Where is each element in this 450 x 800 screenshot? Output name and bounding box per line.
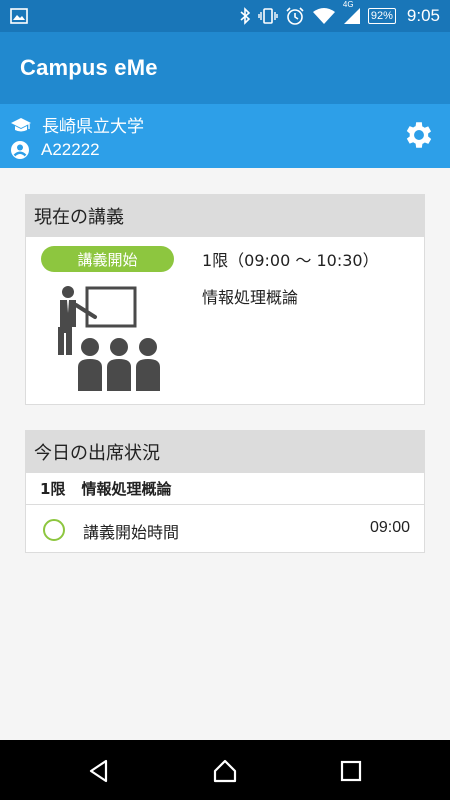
student-id: A22222 (41, 140, 100, 159)
list-item[interactable]: 講義開始時間 09:00 (26, 505, 424, 553)
status-circle-icon (43, 519, 65, 541)
vibrate-icon (258, 8, 278, 24)
image-icon (10, 8, 28, 24)
account-icon (11, 141, 29, 159)
app-bar: Campus eMe (0, 32, 450, 104)
alarm-icon (286, 7, 304, 25)
attendance-lecture-title: 1限 情報処理概論 (26, 473, 424, 505)
bluetooth-icon (240, 7, 251, 25)
lecture-subject: 情報処理概論 (202, 288, 299, 307)
app-title: Campus eMe (20, 55, 158, 80)
lecture-illustration-icon (58, 286, 160, 391)
graduation-cap-icon (11, 117, 31, 131)
current-lecture-header: 現在の講義 (26, 195, 424, 237)
status-bar: 4G 92% 9:05 (0, 0, 450, 32)
user-bar: 長崎県立大学 A22222 (0, 104, 450, 168)
home-icon[interactable] (212, 758, 238, 784)
attendance-event-label: 講義開始時間 (83, 523, 180, 542)
attendance-header: 今日の出席状況 (26, 431, 424, 473)
attendance-subject: 情報処理概論 (81, 480, 172, 498)
student-id-row: A22222 (10, 140, 100, 160)
lecture-status-badge: 講義開始 (41, 246, 174, 272)
wifi-icon (312, 8, 335, 24)
attendance-card: 今日の出席状況 1限 情報処理概論 講義開始時間 09:00 (25, 430, 425, 553)
battery-level: 92% (370, 10, 393, 22)
signal-icon (343, 8, 360, 24)
back-icon[interactable] (86, 758, 112, 784)
clock: 9:05 (406, 6, 440, 25)
network-type: 4G (342, 0, 354, 9)
attendance-event-time: 09:00 (369, 519, 410, 536)
attendance-period: 1限 (40, 480, 66, 498)
battery-icon: 92% (367, 8, 396, 24)
current-lecture-card[interactable]: 現在の講義 講義開始 1限（09:00 〜 10:30） 情報処理概論 (25, 194, 425, 405)
university-name: 長崎県立大学 (42, 117, 144, 137)
university-row: 長崎県立大学 (10, 112, 144, 137)
lecture-period: 1限（09:00 〜 10:30） (202, 251, 379, 270)
recents-icon[interactable] (338, 758, 364, 784)
navigation-bar (0, 740, 450, 800)
gear-icon[interactable] (402, 118, 436, 152)
